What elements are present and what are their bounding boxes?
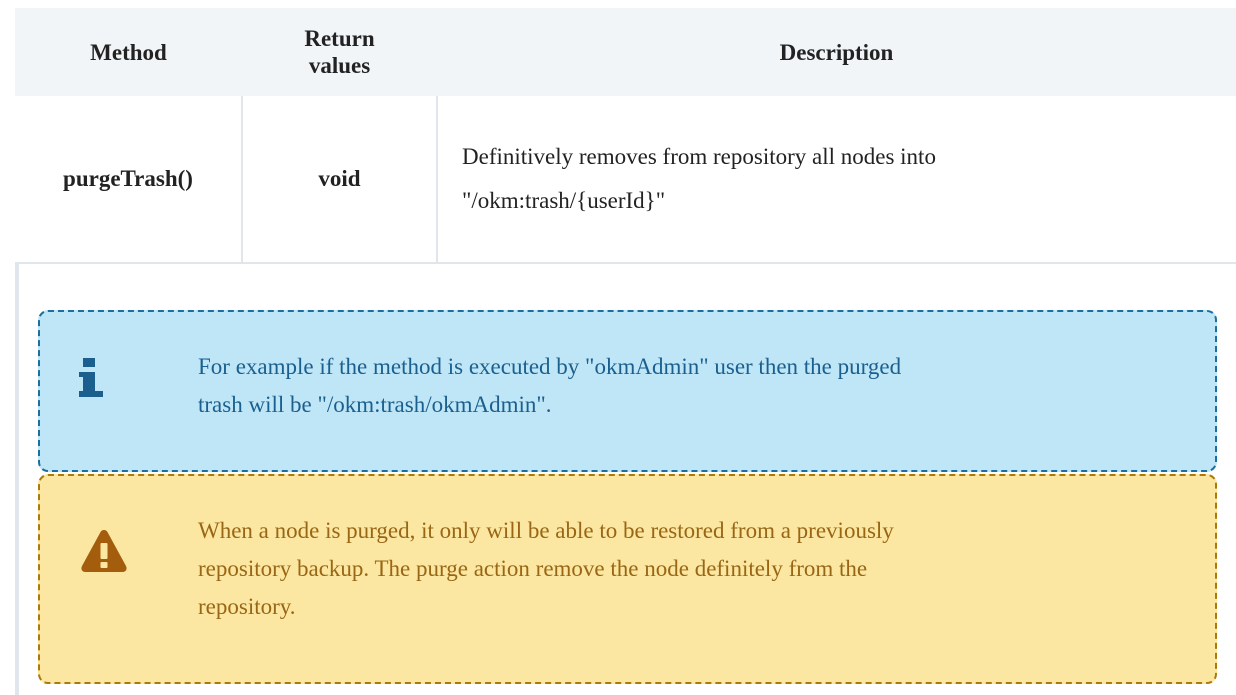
info-icon-container [40, 312, 180, 470]
warning-callout: When a node is purged, it only will be a… [38, 474, 1217, 684]
cell-description: Definitively removes from repository all… [436, 96, 1236, 264]
header-return-values-label: Return values [304, 26, 375, 78]
info-callout-line: For example if the method is executed by… [198, 354, 902, 379]
warning-icon-container [40, 476, 180, 682]
page: Method Return values Description purgeTr… [0, 0, 1236, 695]
info-callout-line: trash will be "/okm:trash/okmAdmin". [198, 392, 552, 417]
info-icon [79, 358, 103, 397]
table-row: purgeTrash() void Definitively removes f… [15, 96, 1236, 264]
header-method: Method [15, 8, 242, 96]
header-description: Description [437, 8, 1236, 96]
cell-method: purgeTrash() [15, 96, 243, 264]
warning-callout-line: repository backup. The purge action remo… [198, 556, 868, 581]
cell-return-value: void [241, 96, 438, 264]
warning-callout-line: repository. [198, 594, 296, 619]
warning-callout-text: When a node is purged, it only will be a… [198, 512, 1185, 626]
warning-callout-line: When a node is purged, it only will be a… [198, 518, 894, 543]
info-callout: For example if the method is executed by… [38, 310, 1217, 472]
warning-icon [81, 530, 127, 572]
table-header-row: Method Return values Description [15, 8, 1236, 96]
description-line: "/okm:trash/{userId}" [462, 188, 666, 213]
info-callout-text: For example if the method is executed by… [198, 348, 1185, 424]
description-line: Definitively removes from repository all… [462, 144, 936, 169]
api-method-table: Method Return values Description purgeTr… [15, 8, 1236, 264]
content-left-rule [15, 262, 19, 695]
header-return-values: Return values [242, 8, 437, 96]
